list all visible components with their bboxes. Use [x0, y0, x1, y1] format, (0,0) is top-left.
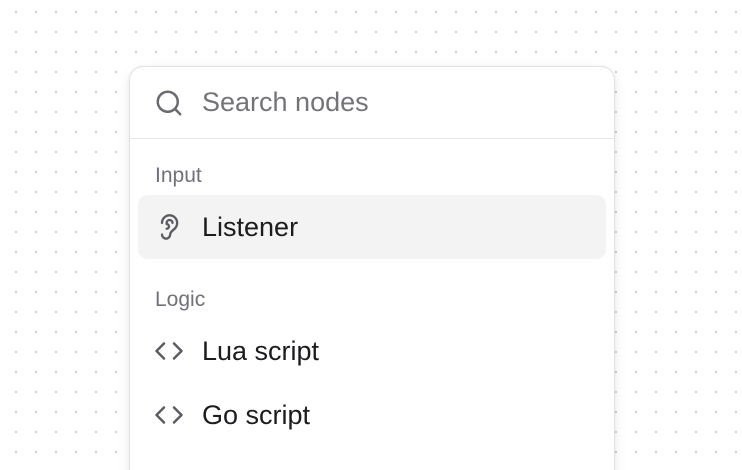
- group-label-logic: Logic: [155, 288, 206, 311]
- code-icon: [154, 336, 184, 366]
- node-item-label: Listener: [202, 211, 299, 242]
- node-item-label: Lua script: [202, 335, 320, 366]
- search-bar: [130, 67, 614, 139]
- node-search-palette: Input Listener Logic Lua script Go scrip…: [129, 66, 615, 470]
- search-input[interactable]: [202, 87, 582, 118]
- node-item-listener[interactable]: Listener: [138, 195, 606, 259]
- group-label-input: Input: [155, 164, 202, 187]
- node-item-label: Go script: [202, 399, 311, 430]
- node-item-go-script[interactable]: Go script: [138, 383, 606, 447]
- ear-icon: [154, 212, 184, 242]
- code-icon: [154, 400, 184, 430]
- search-icon: [154, 88, 184, 118]
- node-item-lua-script[interactable]: Lua script: [138, 319, 606, 383]
